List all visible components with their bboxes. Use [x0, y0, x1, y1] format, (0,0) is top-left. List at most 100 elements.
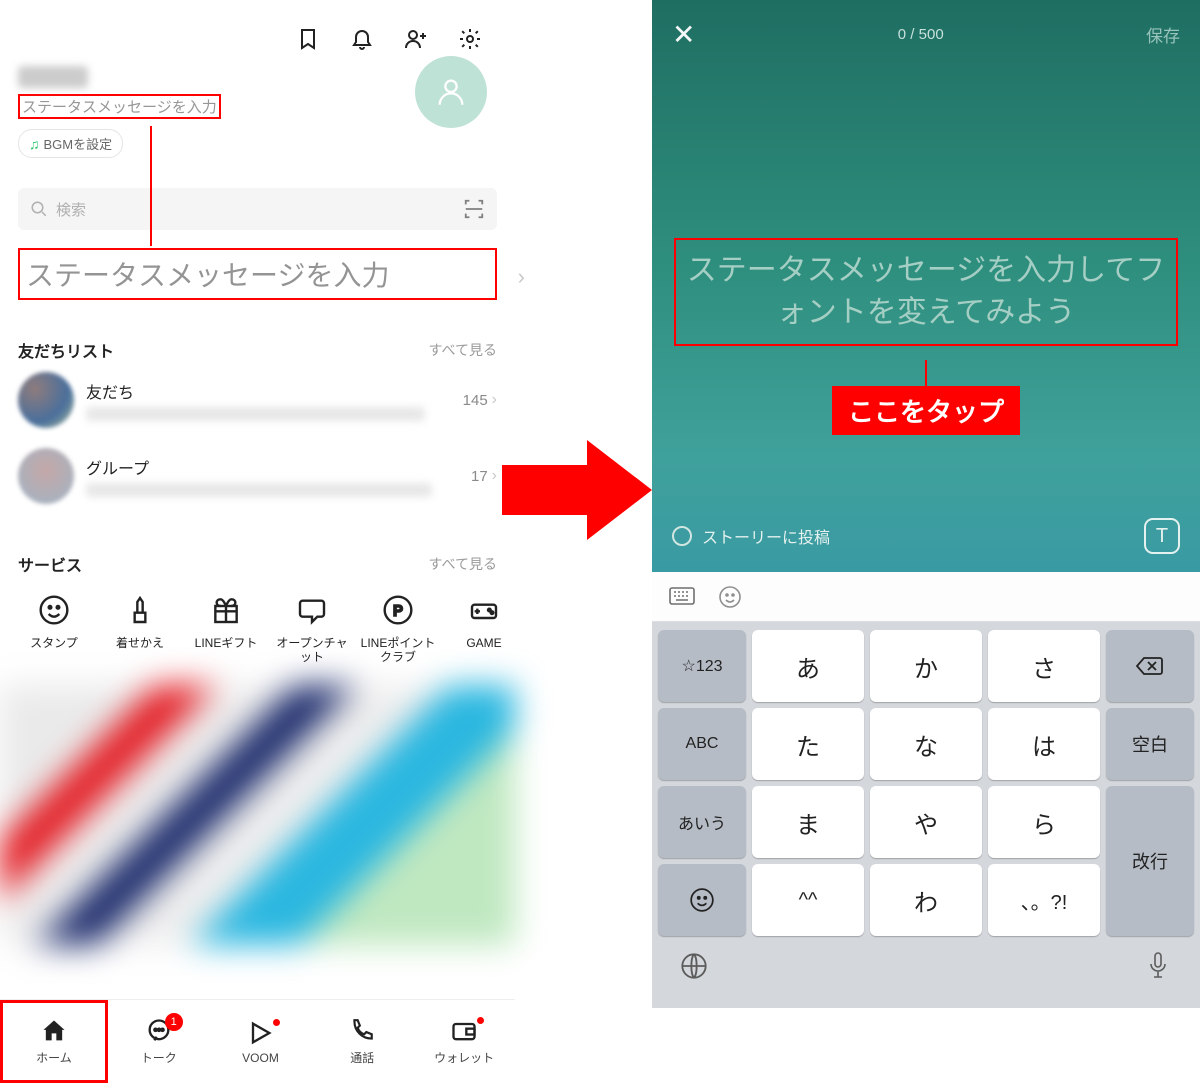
group-avatar	[18, 448, 74, 504]
status-editor-area: ✕ 0 / 500 保存 ステータスメッセージを入力してフォントを変えてみよう …	[652, 0, 1200, 572]
bell-icon[interactable]	[347, 24, 377, 54]
music-note-icon: ♫	[29, 136, 40, 152]
story-post-row: ストーリーに投稿 T	[672, 518, 1180, 554]
chevron-right-icon: ›	[492, 391, 497, 409]
keyboard-toolbar	[652, 572, 1200, 622]
story-post-toggle[interactable]: ストーリーに投稿	[672, 524, 830, 548]
mic-icon[interactable]	[1142, 950, 1174, 982]
kana-keyboard: ☆123 あ か さ ABC た な は 空白 あいう ま や ら 改行 ^^	[652, 622, 1200, 1008]
key-emoji[interactable]	[658, 864, 746, 936]
key-num-mode[interactable]: ☆123	[658, 630, 746, 702]
key-ma[interactable]: ま	[752, 786, 864, 858]
font-style-button[interactable]: T	[1144, 518, 1180, 554]
service-points[interactable]: P LINEポイントクラブ	[358, 590, 438, 665]
keyboard-icon[interactable]	[668, 586, 696, 608]
bgm-setting-chip[interactable]: ♫ BGMを設定	[18, 129, 123, 158]
tab-voom[interactable]: VOOM	[210, 1000, 312, 1083]
add-friend-icon[interactable]	[401, 24, 431, 54]
wallet-icon	[450, 1017, 478, 1045]
friend-item-name: 友だち	[86, 379, 463, 403]
status-message-small[interactable]: ステータスメッセージを入力	[18, 94, 221, 119]
close-icon[interactable]: ✕	[672, 18, 695, 51]
profile-name-blurred	[18, 66, 88, 88]
keyboard-bottom-row	[658, 942, 1194, 1002]
annotation-connector-line	[150, 126, 152, 246]
service-theme[interactable]: 着せかえ	[100, 590, 180, 665]
profile-section: ステータスメッセージを入力	[0, 66, 515, 119]
key-return[interactable]: 改行	[1106, 786, 1194, 936]
friend-count: 145	[463, 392, 488, 409]
chat-icon: 1	[145, 1017, 173, 1045]
radio-unchecked-icon	[672, 526, 692, 546]
chevron-right-icon: ›	[492, 467, 497, 485]
talk-badge: 1	[165, 1013, 183, 1031]
bottom-tab-bar: ホーム 1 トーク VOOM 通話	[0, 999, 515, 1083]
key-ra[interactable]: ら	[988, 786, 1100, 858]
tab-home[interactable]: ホーム	[0, 1000, 108, 1083]
notification-dot	[273, 1019, 280, 1026]
services-see-all[interactable]: すべて見る	[429, 554, 497, 574]
friend-list-item[interactable]: 友だち 145 ›	[0, 362, 515, 438]
friend-list-item[interactable]: グループ 17 ›	[0, 438, 515, 514]
service-game[interactable]: GAME	[444, 590, 515, 665]
bookmark-icon[interactable]	[293, 24, 323, 54]
key-abc-mode[interactable]: ABC	[658, 708, 746, 780]
service-stamp[interactable]: スタンプ	[14, 590, 94, 665]
status-message-entry[interactable]: ステータスメッセージを入力 ›	[18, 248, 497, 300]
search-placeholder: 検索	[56, 199, 463, 220]
key-backspace[interactable]	[1106, 630, 1194, 702]
friend-avatar	[18, 372, 74, 428]
key-wa[interactable]: わ	[870, 864, 982, 936]
services-section-header: サービス すべて見る	[0, 552, 515, 576]
key-na[interactable]: な	[870, 708, 982, 780]
key-kaomoji[interactable]: ^^	[752, 864, 864, 936]
key-sa[interactable]: さ	[988, 630, 1100, 702]
key-ka[interactable]: か	[870, 630, 982, 702]
notification-dot	[477, 1017, 484, 1024]
status-editor-screen: ✕ 0 / 500 保存 ステータスメッセージを入力してフォントを変えてみよう …	[652, 0, 1200, 1083]
service-gift[interactable]: LINEギフト	[186, 590, 266, 665]
char-counter: 0 / 500	[898, 26, 944, 43]
service-openchat[interactable]: オープンチャット	[272, 590, 352, 665]
phone-icon	[349, 1017, 375, 1045]
search-bar[interactable]: 検索	[18, 188, 497, 230]
svg-text:P: P	[393, 603, 403, 619]
emoji-picker-icon[interactable]	[718, 585, 742, 609]
friend-item-sub-blurred	[86, 483, 432, 497]
chevron-right-icon: ›	[518, 264, 525, 290]
friend-item-name: グループ	[86, 455, 471, 479]
services-title: サービス	[18, 552, 82, 576]
avatar[interactable]	[415, 56, 487, 128]
bgm-label: BGMを設定	[44, 134, 113, 153]
status-text-input[interactable]: ステータスメッセージを入力してフォントを変えてみよう	[674, 238, 1178, 346]
key-space[interactable]: 空白	[1106, 708, 1194, 780]
key-kana-mode[interactable]: あいう	[658, 786, 746, 858]
key-a[interactable]: あ	[752, 630, 864, 702]
play-icon	[246, 1019, 274, 1047]
key-punct[interactable]: 、。?!	[988, 864, 1100, 936]
save-button[interactable]: 保存	[1146, 22, 1180, 47]
globe-icon[interactable]	[678, 950, 710, 982]
transition-arrow	[502, 435, 652, 545]
services-row: スタンプ 着せかえ LINEギフト オープンチャット P LINEポイントクラブ…	[0, 576, 515, 665]
status-message-big: ステータスメッセージを入力	[26, 254, 489, 294]
promo-banner-blurred[interactable]	[0, 685, 515, 945]
tab-call[interactable]: 通話	[311, 1000, 413, 1083]
friend-count: 17	[471, 468, 488, 485]
gear-icon[interactable]	[455, 24, 485, 54]
friends-section-header: 友だちリスト すべて見る	[0, 338, 515, 362]
top-toolbar	[0, 0, 515, 66]
annotation-tap-here: ここをタップ	[652, 360, 1200, 435]
tab-wallet[interactable]: ウォレット	[413, 1000, 515, 1083]
status-placeholder: ステータスメッセージを入力してフォントを変えてみよう	[682, 250, 1170, 334]
key-ta[interactable]: た	[752, 708, 864, 780]
editor-top-bar: ✕ 0 / 500 保存	[652, 0, 1200, 69]
key-ha[interactable]: は	[988, 708, 1100, 780]
home-icon	[40, 1017, 68, 1045]
friends-title: 友だちリスト	[18, 338, 114, 362]
tab-talk[interactable]: 1 トーク	[108, 1000, 210, 1083]
friends-see-all[interactable]: すべて見る	[429, 340, 497, 360]
friend-item-sub-blurred	[86, 407, 425, 421]
scan-icon[interactable]	[463, 198, 485, 220]
key-ya[interactable]: や	[870, 786, 982, 858]
